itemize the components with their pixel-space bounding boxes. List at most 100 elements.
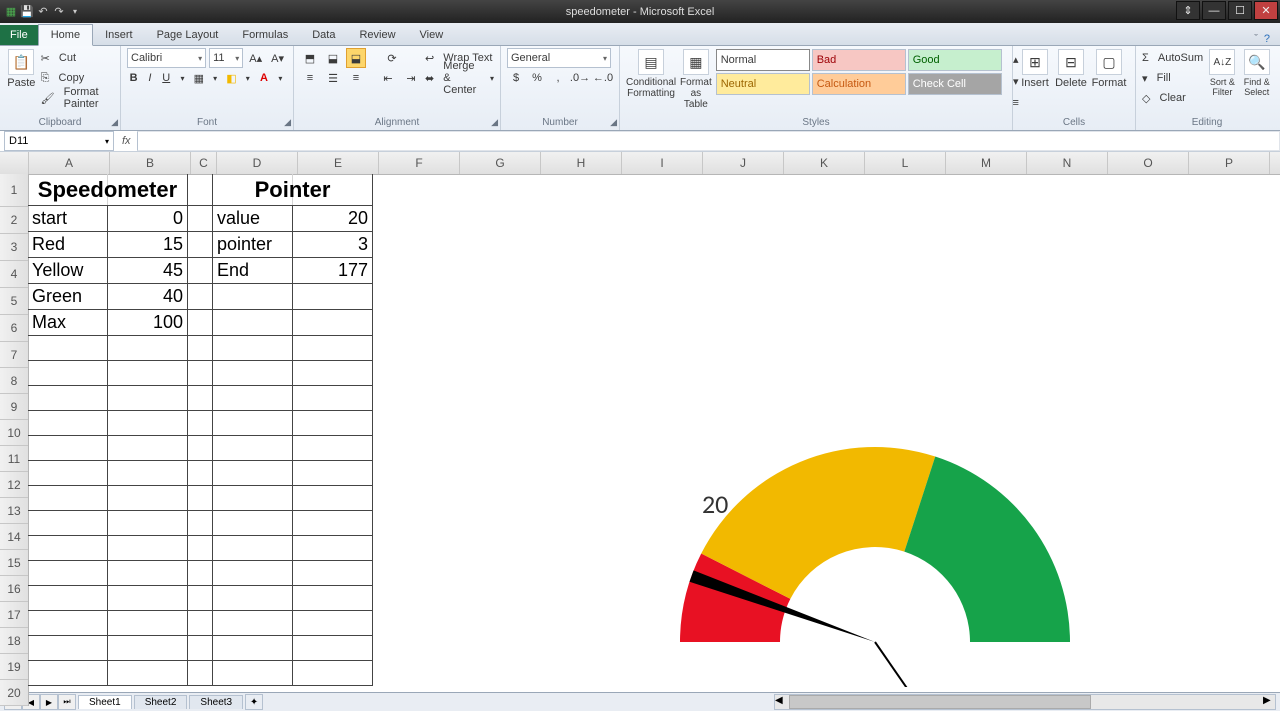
cell-C9[interactable]	[188, 386, 213, 411]
autosum-button[interactable]: Σ AutoSum	[1142, 49, 1203, 67]
cell-B19[interactable]	[108, 636, 188, 661]
cell-A7[interactable]	[28, 336, 108, 361]
cell-B3[interactable]: 15	[108, 232, 188, 258]
cell-A6[interactable]: Max	[28, 310, 108, 336]
grow-font-button[interactable]: A▴	[246, 48, 265, 68]
cell-A5[interactable]: Green	[28, 284, 108, 310]
cell-A8[interactable]	[28, 361, 108, 386]
row-header-6[interactable]: 6	[0, 315, 28, 342]
shrink-font-button[interactable]: A▾	[268, 48, 287, 68]
col-header-J[interactable]: J	[703, 152, 784, 174]
col-header-E[interactable]: E	[298, 152, 379, 174]
row-header-1[interactable]: 1	[0, 174, 28, 207]
number-format-select[interactable]: General▾	[507, 48, 611, 68]
cell-D5[interactable]	[213, 284, 293, 310]
align-right-button[interactable]: ≡	[346, 68, 366, 88]
cell-B2[interactable]: 0	[108, 206, 188, 232]
row-header-13[interactable]: 13	[0, 498, 28, 524]
style-bad[interactable]: Bad	[812, 49, 906, 71]
qat-customize-icon[interactable]: ▾	[68, 5, 82, 19]
cell-A2[interactable]: start	[28, 206, 108, 232]
cell-B4[interactable]: 45	[108, 258, 188, 284]
cell-B12[interactable]	[108, 461, 188, 486]
merge-center-button[interactable]: ⬌ Merge & Center ▾	[425, 69, 494, 87]
tab-view[interactable]: View	[408, 25, 456, 45]
col-header-I[interactable]: I	[622, 152, 703, 174]
cell-D17[interactable]	[213, 586, 293, 611]
fill-button[interactable]: ▾ Fill	[1142, 69, 1203, 87]
cell-A10[interactable]	[28, 411, 108, 436]
undo-icon[interactable]: ↶	[36, 5, 50, 19]
tab-review[interactable]: Review	[347, 25, 407, 45]
cell-C20[interactable]	[188, 661, 213, 686]
find-select-button[interactable]: 🔍Find & Select	[1242, 49, 1272, 97]
col-header-C[interactable]: C	[191, 152, 217, 174]
tab-nav-last[interactable]: ⏭	[58, 694, 76, 710]
cell-B10[interactable]	[108, 411, 188, 436]
cell-B11[interactable]	[108, 436, 188, 461]
font-color-button[interactable]: A	[257, 68, 270, 88]
cell-B8[interactable]	[108, 361, 188, 386]
col-header-G[interactable]: G	[460, 152, 541, 174]
col-header-M[interactable]: M	[946, 152, 1027, 174]
cell-D1[interactable]: Pointer	[213, 174, 373, 206]
cell-B16[interactable]	[108, 561, 188, 586]
cell-B5[interactable]: 40	[108, 284, 188, 310]
cell-A11[interactable]	[28, 436, 108, 461]
cell-A20[interactable]	[28, 661, 108, 686]
italic-button[interactable]: I	[143, 68, 156, 88]
col-header-H[interactable]: H	[541, 152, 622, 174]
cell-C1[interactable]	[188, 174, 213, 206]
cell-C15[interactable]	[188, 536, 213, 561]
cell-D15[interactable]	[213, 536, 293, 561]
row-header-17[interactable]: 17	[0, 602, 28, 628]
cell-C5[interactable]	[188, 284, 213, 310]
cell-A12[interactable]	[28, 461, 108, 486]
col-header-D[interactable]: D	[217, 152, 298, 174]
row-header-18[interactable]: 18	[0, 628, 28, 654]
name-box[interactable]: D11▾	[4, 131, 114, 151]
cell-E11[interactable]	[293, 436, 373, 461]
row-header-14[interactable]: 14	[0, 524, 28, 550]
copy-button[interactable]: ⎘ Copy	[41, 69, 114, 87]
cell-D20[interactable]	[213, 661, 293, 686]
tab-formulas[interactable]: Formulas	[230, 25, 300, 45]
format-as-table-button[interactable]: ▦Format as Table	[680, 49, 712, 110]
fill-color-button[interactable]: ◧	[225, 68, 238, 88]
align-center-button[interactable]: ☰	[323, 68, 343, 88]
insert-cells-button[interactable]: ⊞Insert	[1019, 49, 1051, 89]
cell-E9[interactable]	[293, 386, 373, 411]
cell-E2[interactable]: 20	[293, 206, 373, 232]
cell-B18[interactable]	[108, 611, 188, 636]
tab-insert[interactable]: Insert	[93, 25, 145, 45]
cell-D13[interactable]	[213, 486, 293, 511]
tab-data[interactable]: Data	[300, 25, 347, 45]
fill-dropdown[interactable]: ▾	[241, 68, 254, 88]
cell-A3[interactable]: Red	[28, 232, 108, 258]
clear-button[interactable]: ◇ Clear	[1142, 89, 1203, 107]
cell-A15[interactable]	[28, 536, 108, 561]
cell-E12[interactable]	[293, 461, 373, 486]
minimize-button[interactable]: —	[1202, 1, 1226, 20]
align-top-button[interactable]: ⬒	[300, 48, 320, 68]
ribbon-minimize-button[interactable]: ⇕	[1176, 1, 1200, 20]
cell-C4[interactable]	[188, 258, 213, 284]
decrease-decimal-button[interactable]: ←.0	[593, 68, 613, 88]
sheet-tab-2[interactable]: Sheet2	[134, 695, 188, 709]
close-button[interactable]: ✕	[1254, 1, 1278, 20]
cell-C18[interactable]	[188, 611, 213, 636]
alignment-dialog-launcher[interactable]: ◢	[491, 117, 498, 128]
cell-A14[interactable]	[28, 511, 108, 536]
cell-C19[interactable]	[188, 636, 213, 661]
maximize-button[interactable]: ☐	[1228, 1, 1252, 20]
cell-C12[interactable]	[188, 461, 213, 486]
formula-input[interactable]	[137, 131, 1280, 151]
cell-D14[interactable]	[213, 511, 293, 536]
tab-file[interactable]: File	[0, 25, 38, 45]
row-header-3[interactable]: 3	[0, 234, 28, 261]
cell-E7[interactable]	[293, 336, 373, 361]
cell-A19[interactable]	[28, 636, 108, 661]
increase-decimal-button[interactable]: .0→	[570, 68, 590, 88]
cell-A1[interactable]: Speedometer	[28, 174, 188, 206]
delete-cells-button[interactable]: ⊟Delete	[1055, 49, 1087, 89]
